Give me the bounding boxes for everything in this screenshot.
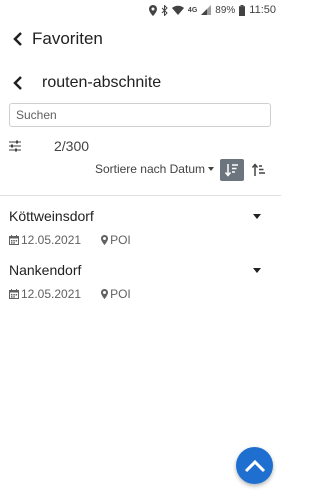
map-marker-icon (101, 235, 109, 245)
filter-row: 2/300 (0, 134, 281, 158)
sort-asc-button[interactable] (248, 159, 270, 181)
chevron-up-icon (244, 459, 265, 472)
battery-percent: 89% (215, 4, 236, 16)
sort-asc-icon (252, 163, 265, 176)
filter-button[interactable] (9, 140, 37, 152)
sub-back-button[interactable] (0, 68, 36, 98)
signal-icon (201, 5, 212, 15)
app-header: Favoriten (0, 24, 281, 54)
map-marker-icon (101, 289, 109, 299)
bluetooth-icon (161, 4, 168, 16)
filter-icon (9, 140, 21, 152)
scroll-to-top-button[interactable] (236, 447, 273, 484)
status-bar: 4G 89% 11:50 (0, 0, 281, 20)
expand-caret-icon[interactable] (253, 268, 261, 273)
sort-dropdown[interactable]: Sortiere nach Datum (95, 162, 214, 176)
sort-row: Sortiere nach Datum (0, 159, 281, 183)
sort-desc-icon (225, 164, 238, 177)
subheader: routen-abschnite (0, 68, 281, 98)
clock: 11:50 (249, 4, 276, 16)
sort-desc-button[interactable] (220, 159, 244, 181)
calendar-icon (9, 235, 19, 245)
battery-icon (239, 4, 246, 16)
item-type: POI (110, 233, 131, 247)
location-icon (148, 4, 157, 16)
item-type: POI (110, 287, 131, 301)
sort-label: Sortiere nach Datum (94, 162, 205, 176)
collection-title: routen-abschnite (42, 74, 162, 91)
favorites-list: Köttweinsdorf 12.05.2021 POI Nankendorf … (0, 200, 281, 308)
back-arrow-icon (13, 32, 22, 46)
wifi-icon (171, 5, 184, 15)
caret-down-icon (208, 167, 214, 171)
item-date: 12.05.2021 (21, 233, 82, 247)
item-meta: 12.05.2021 POI (9, 287, 131, 301)
calendar-icon (9, 289, 19, 299)
page-title: Favoriten (32, 29, 103, 48)
item-date: 12.05.2021 (21, 287, 82, 301)
item-title: Köttweinsdorf (9, 208, 94, 224)
search-input[interactable] (9, 103, 271, 127)
divider (0, 195, 281, 196)
back-button[interactable] (0, 24, 36, 54)
expand-caret-icon[interactable] (253, 214, 261, 219)
result-count: 2/300 (54, 138, 90, 154)
item-title: Nankendorf (9, 262, 82, 278)
list-item[interactable]: Köttweinsdorf 12.05.2021 POI (0, 200, 281, 254)
list-item[interactable]: Nankendorf 12.05.2021 POI (0, 254, 281, 308)
back-arrow-icon (13, 76, 22, 90)
network-type: 4G (187, 6, 198, 14)
item-meta: 12.05.2021 POI (9, 233, 131, 247)
